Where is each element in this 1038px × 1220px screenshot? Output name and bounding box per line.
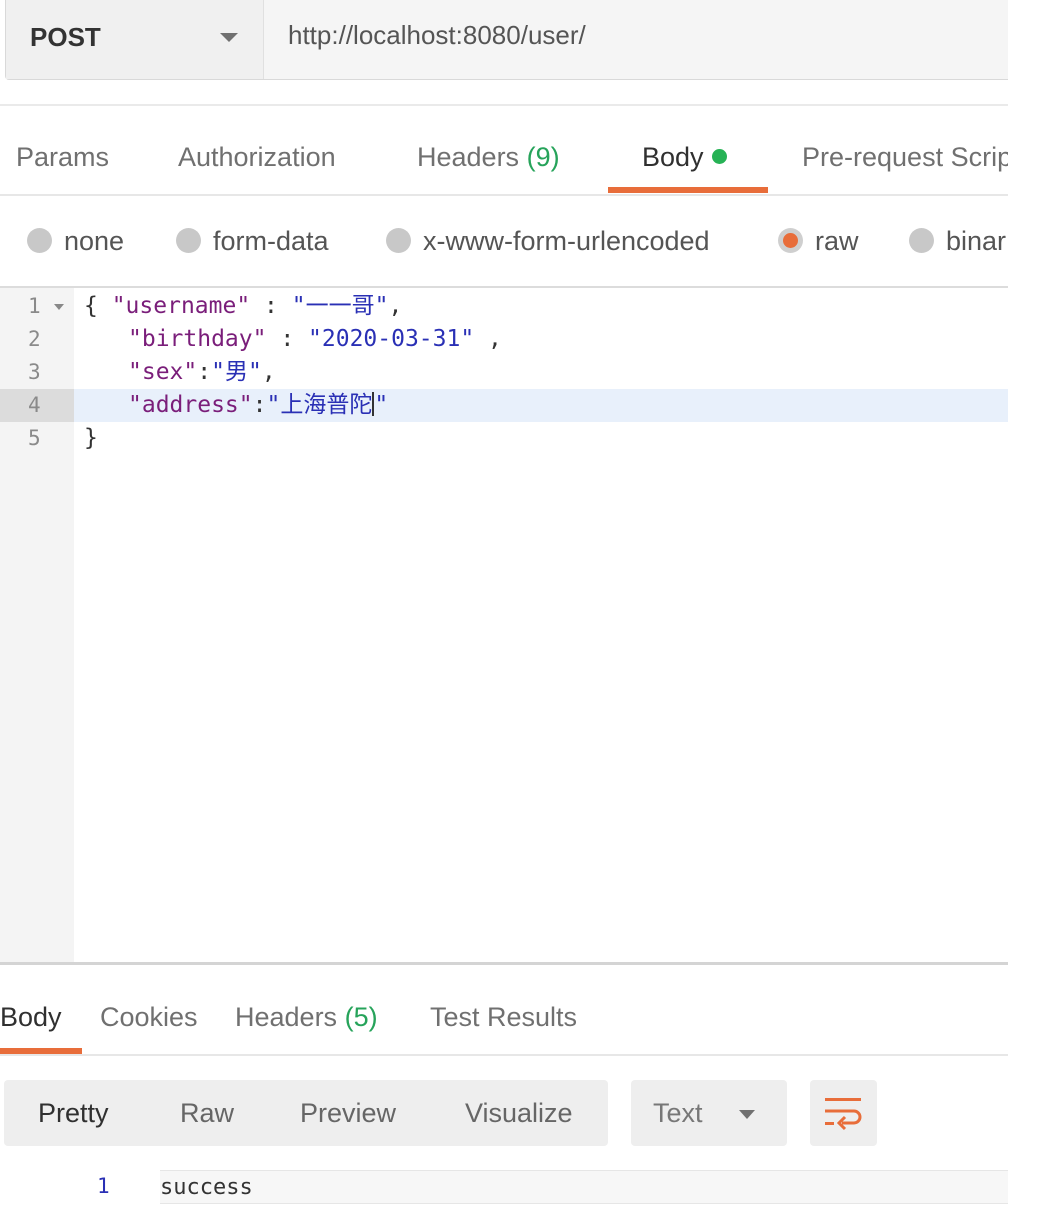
radio-circle-icon [176, 228, 201, 253]
code-text: } [84, 422, 98, 455]
tab-label: Test Results [430, 1002, 578, 1032]
format-select[interactable]: Text [631, 1080, 787, 1146]
code-text: "birthday" : "2020-03-31" , [128, 323, 502, 356]
green-dot-icon [711, 149, 727, 164]
fold-caret-icon[interactable] [54, 304, 64, 310]
radio-label: binar [946, 226, 1007, 256]
editor-line: 1 { "username" : "一一哥", [0, 290, 1008, 323]
chevron-down-icon [739, 1110, 755, 1119]
radio-circle-icon [386, 228, 411, 253]
radio-selected-icon [778, 228, 803, 253]
tab-pre-request-script[interactable]: Pre-request Scrip [802, 142, 1008, 173]
wrap-lines-button[interactable] [810, 1080, 877, 1146]
postman-window: POST http://localhost:8080/user/ Params … [0, 0, 1008, 1220]
view-preview[interactable]: Preview [300, 1098, 396, 1129]
tab-count: (5) [344, 1002, 378, 1032]
chevron-down-icon [220, 33, 238, 42]
tab-label: Cookies [100, 1002, 198, 1032]
url-input[interactable]: http://localhost:8080/user/ [288, 20, 586, 51]
tab-label: Headers [235, 1002, 338, 1032]
response-tab-headers[interactable]: Headers (5) [235, 1002, 378, 1033]
response-tab-cookies[interactable]: Cookies [100, 1002, 198, 1033]
radio-label: x-www-form-urlencoded [423, 226, 710, 256]
response-tab-test-results[interactable]: Test Results [430, 1002, 577, 1033]
active-tab-indicator [608, 187, 768, 193]
json-key: "username" [111, 293, 251, 319]
line-number: 2 [28, 327, 41, 351]
punctuation: , [474, 326, 502, 352]
radio-binary[interactable]: binar [909, 226, 1006, 257]
separator: : [250, 293, 292, 319]
tab-label: Headers [417, 142, 520, 172]
response-line-bg [160, 1170, 1008, 1204]
method-label: POST [30, 22, 101, 52]
divider [0, 194, 1008, 196]
radio-circle-icon [909, 228, 934, 253]
tab-count: (9) [526, 142, 560, 172]
radio-form-data[interactable]: form-data [176, 226, 329, 257]
editor-line: 3 "sex":"男", [0, 356, 1008, 389]
brace: } [84, 425, 98, 451]
json-key: "birthday" [128, 326, 267, 352]
radio-label: none [64, 226, 125, 256]
view-pretty[interactable]: Pretty [38, 1098, 109, 1129]
json-key: "sex" [128, 359, 198, 385]
separator: : [197, 359, 212, 385]
json-value: "男" [211, 359, 262, 385]
tab-label: Body [0, 1002, 62, 1032]
json-value: "一一哥" [291, 293, 389, 319]
punctuation: , [388, 293, 403, 319]
punctuation: " [374, 392, 389, 418]
method-select[interactable]: POST [6, 0, 264, 79]
tab-headers[interactable]: Headers (9) [417, 142, 560, 173]
json-key: "address" [128, 392, 253, 418]
editor-line-active: 4 "address":"上海普陀" [0, 389, 1008, 422]
view-visualize[interactable]: Visualize [465, 1098, 573, 1129]
brace: { [84, 293, 112, 319]
tab-label: Params [16, 142, 110, 172]
response-line: 1 success [0, 1170, 1008, 1204]
radio-x-www-form-urlencoded[interactable]: x-www-form-urlencoded [386, 226, 710, 257]
separator: : [266, 326, 309, 352]
request-bar: POST http://localhost:8080/user/ [5, 0, 1008, 80]
code-text: "sex":"男", [128, 356, 276, 389]
response-tab-body[interactable]: Body [0, 1002, 62, 1033]
punctuation: , [261, 359, 276, 385]
wrap-lines-icon [825, 1098, 862, 1131]
tab-label: Pre-request Scrip [802, 142, 1008, 172]
tab-authorization[interactable]: Authorization [178, 142, 336, 173]
editor-line: 2 "birthday" : "2020-03-31" , [0, 323, 1008, 356]
response-text: success [160, 1175, 253, 1200]
view-raw[interactable]: Raw [180, 1098, 234, 1129]
radio-label: form-data [213, 226, 329, 256]
radio-label: raw [815, 226, 859, 256]
line-number: 5 [28, 426, 41, 450]
format-label: Text [653, 1098, 703, 1128]
line-number: 4 [0, 389, 74, 422]
radio-none[interactable]: none [27, 226, 124, 257]
divider [0, 1054, 1008, 1056]
json-value: "上海普陀 [266, 392, 373, 418]
divider [0, 104, 1008, 106]
tab-params[interactable]: Params [16, 142, 109, 173]
line-number: 1 [97, 1174, 110, 1198]
response-view-switcher: Pretty Raw Preview Visualize [4, 1080, 608, 1146]
code-text: "address":"上海普陀" [128, 389, 388, 422]
line-number: 3 [28, 360, 41, 384]
editor-resize-divider[interactable] [0, 962, 1008, 965]
separator: : [252, 392, 267, 418]
tab-body[interactable]: Body [642, 142, 727, 173]
code-text: { "username" : "一一哥", [84, 290, 402, 323]
json-value: "2020-03-31" [308, 326, 475, 352]
radio-raw[interactable]: raw [778, 226, 859, 257]
editor-line: 5 } [0, 422, 1008, 455]
tab-label: Body [642, 142, 704, 172]
body-editor[interactable]: 1 { "username" : "一一哥", 2 "birthday" : "… [0, 288, 1008, 962]
radio-circle-icon [27, 228, 52, 253]
tab-label: Authorization [178, 142, 336, 172]
